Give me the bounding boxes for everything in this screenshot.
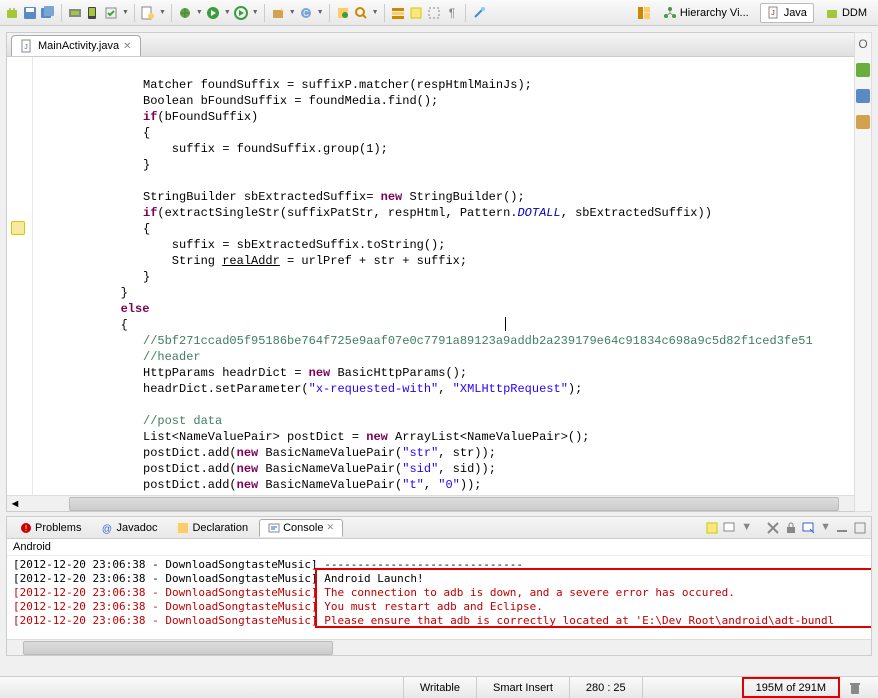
new-class-icon[interactable]: C [298,5,314,21]
clear-console-icon[interactable] [766,521,780,535]
warning-marker-icon[interactable] [11,221,25,235]
minimize-icon[interactable] [835,521,849,535]
editor-horizontal-scrollbar[interactable]: ◄ ► [7,495,871,511]
new-wizard-icon[interactable] [140,5,156,21]
gc-trash-icon[interactable] [848,681,862,695]
lint-icon[interactable] [103,5,119,21]
console-line: [2012-12-20 23:06:38 - DownloadSongtaste… [13,572,865,586]
scroll-lock-icon[interactable] [784,521,798,535]
ddms-label: DDM [842,7,867,19]
bottom-panel: ! Problems @ Javadoc Declaration Console… [6,516,872,656]
svg-text:@: @ [102,524,112,534]
console-line: [2012-12-20 23:06:38 - DownloadSongtaste… [13,558,865,572]
dropdown-arrow-icon[interactable]: ▼ [122,9,129,16]
display-console-icon[interactable] [723,521,737,535]
svg-text:J: J [771,10,775,17]
tab-problems[interactable]: ! Problems [11,519,90,537]
svg-text:¶: ¶ [448,6,454,20]
code-editor[interactable]: Matcher foundSuffix = suffixP.matcher(re… [7,57,871,495]
toggle-breadcrumb-icon[interactable] [390,5,406,21]
console-output[interactable]: [2012-12-20 23:06:38 - DownloadSongtaste… [7,556,871,639]
hierarchy-perspective-button[interactable]: Hierarchy Vi... [656,3,756,23]
run-icon[interactable] [205,5,221,21]
java-perspective-button[interactable]: J Java [760,3,814,23]
mark-occurrences-icon[interactable] [408,5,424,21]
console-title: Android [7,539,871,556]
tasklist-icon[interactable] [856,89,870,103]
close-icon[interactable]: ✕ [123,41,131,52]
outline-letter[interactable]: O [858,37,867,51]
debug-icon[interactable] [177,5,193,21]
console-line: [2012-12-20 23:06:38 - DownloadSongtaste… [13,614,865,628]
run-last-icon[interactable] [233,5,249,21]
block-select-icon[interactable] [426,5,442,21]
editor-tab-mainactivity[interactable]: J MainActivity.java ✕ [11,35,141,56]
tab-javadoc[interactable]: @ Javadoc [92,519,166,537]
avd-icon[interactable] [85,5,101,21]
close-icon[interactable]: ✕ [326,522,334,533]
status-insert-mode[interactable]: Smart Insert [476,677,569,698]
tab-declaration[interactable]: Declaration [168,519,257,537]
open-perspective-icon[interactable] [636,5,652,21]
right-view-strip: O [854,32,872,512]
main-toolbar: ▼ ▼ ▼ ▼ ▼ ▼ C▼ ▼ ¶ Hierarchy Vi... J Jav… [0,0,878,26]
hierarchy-label: Hierarchy Vi... [680,7,749,19]
svg-text:!: ! [25,524,27,533]
wand-icon[interactable] [471,5,487,21]
code-content[interactable]: Matcher foundSuffix = suffixP.matcher(re… [33,57,871,495]
java-file-icon: J [20,39,34,53]
new-package-icon[interactable] [270,5,286,21]
problems-icon: ! [20,522,32,534]
text-cursor [505,317,506,331]
javadoc-icon: @ [101,522,113,534]
console-line: [2012-12-20 23:06:38 - DownloadSongtaste… [13,586,865,600]
save-icon[interactable] [22,5,38,21]
panel-tabs: ! Problems @ Javadoc Declaration Console… [7,517,871,539]
bookmark-icon[interactable] [856,115,870,129]
status-cursor-position[interactable]: 280 : 25 [569,677,642,698]
sdk-icon[interactable] [67,5,83,21]
status-writable[interactable]: Writable [403,677,476,698]
console-icon [268,522,280,534]
console-horizontal-scrollbar[interactable] [7,639,871,655]
save-all-icon[interactable] [40,5,56,21]
editor-area: J MainActivity.java ✕ Matcher foundSuffi… [6,32,872,512]
svg-text:C: C [303,9,309,18]
tab-console[interactable]: Console ✕ [259,519,343,537]
android-icon[interactable] [4,5,20,21]
status-bar: Writable Smart Insert 280 : 25 195M of 2… [0,676,878,698]
ddms-perspective-button[interactable]: DDM [818,3,874,23]
outline-icon[interactable] [856,63,870,77]
console-line: [2012-12-20 23:06:38 - DownloadSongtaste… [13,600,865,614]
scrollbar-thumb[interactable] [69,497,839,511]
declaration-icon [177,522,189,534]
show-whitespace-icon[interactable]: ¶ [444,5,460,21]
java-label: Java [784,7,807,19]
pin-console-icon[interactable] [705,521,719,535]
gutter[interactable] [7,57,33,495]
svg-text:J: J [24,44,28,51]
search-icon[interactable] [353,5,369,21]
maximize-icon[interactable] [853,521,867,535]
open-type-icon[interactable] [335,5,351,21]
heap-status[interactable]: 195M of 291M [742,677,840,698]
open-console-icon[interactable] [802,521,816,535]
editor-tabs: J MainActivity.java ✕ [7,33,871,57]
tab-filename: MainActivity.java [38,40,119,52]
scrollbar-thumb[interactable] [23,641,333,655]
